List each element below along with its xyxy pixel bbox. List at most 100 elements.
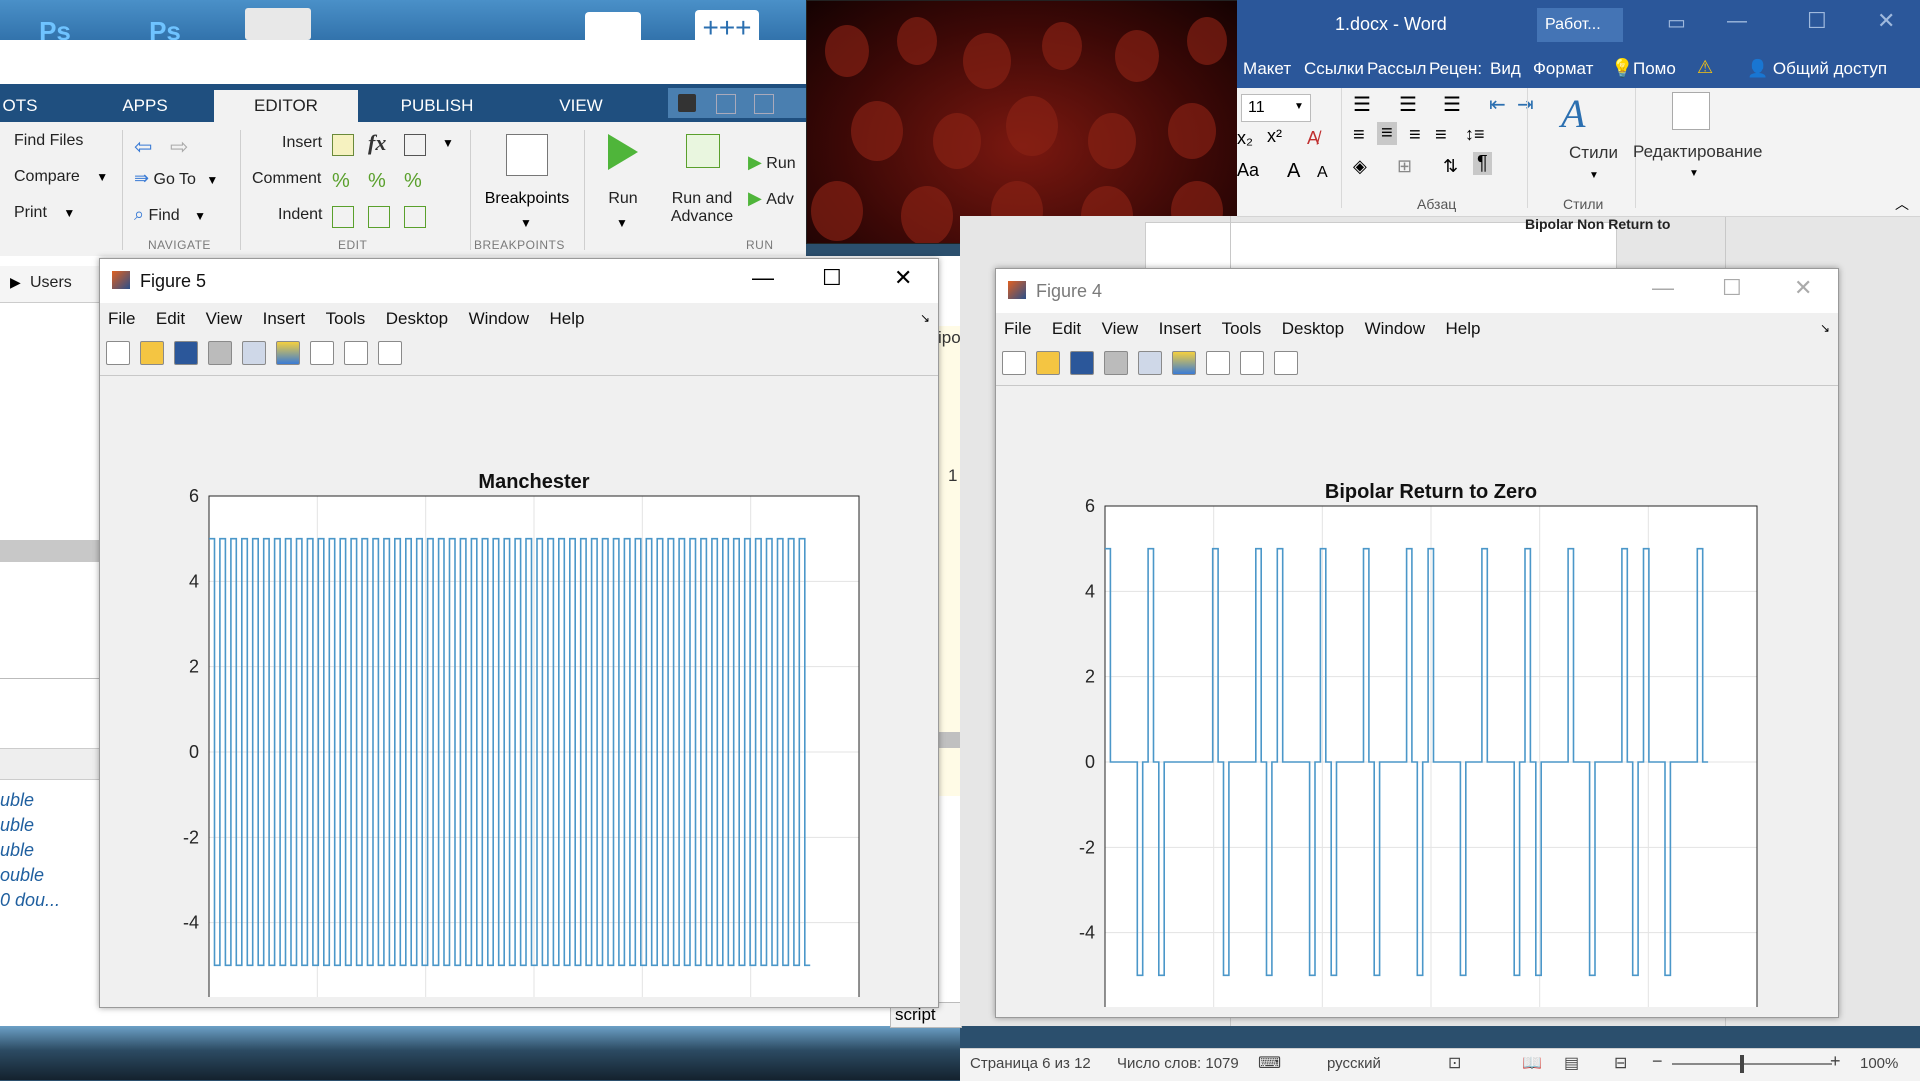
print-layout-icon[interactable]: ▤ bbox=[1564, 1053, 1579, 1073]
property-inspector-icon[interactable] bbox=[378, 341, 402, 365]
indent-button[interactable]: Indent bbox=[278, 206, 322, 224]
justify-icon[interactable]: ≡ bbox=[1435, 124, 1447, 147]
account-area[interactable]: Работ... bbox=[1537, 8, 1623, 42]
menu-format[interactable]: Формат bbox=[1533, 59, 1593, 79]
superscript-icon[interactable]: x² bbox=[1267, 126, 1282, 147]
menu-help[interactable]: Help bbox=[549, 309, 584, 328]
show-marks-icon[interactable]: ¶ bbox=[1473, 152, 1492, 175]
editing-button-label[interactable]: Редактирование bbox=[1633, 142, 1763, 162]
tab-plots[interactable]: OTS bbox=[0, 90, 40, 122]
save-icon[interactable] bbox=[1070, 351, 1094, 375]
minimize-icon[interactable]: — bbox=[1652, 275, 1674, 301]
status-words[interactable]: Число слов: 1079 bbox=[1117, 1055, 1239, 1072]
link-plot-icon[interactable] bbox=[242, 341, 266, 365]
shading-icon[interactable]: ◈ bbox=[1353, 156, 1367, 177]
sort-icon[interactable]: ⇅ bbox=[1443, 156, 1458, 177]
link-plot-icon[interactable] bbox=[1138, 351, 1162, 375]
find-button[interactable]: ⌕ Find ▼ bbox=[134, 204, 206, 225]
web-layout-icon[interactable]: ⊟ bbox=[1614, 1053, 1627, 1073]
menu-review[interactable]: Рецен: bbox=[1429, 59, 1482, 79]
menu-view[interactable]: View bbox=[206, 309, 243, 328]
menu-edit[interactable]: Edit bbox=[1052, 319, 1081, 338]
run-button[interactable]: Run ▼ bbox=[592, 130, 654, 250]
bullets-icon[interactable]: ☰ bbox=[1353, 92, 1371, 117]
increase-indent-icon[interactable] bbox=[368, 206, 390, 228]
decrease-indent-icon[interactable] bbox=[404, 206, 426, 228]
subscript-icon[interactable]: x₂ bbox=[1237, 128, 1253, 149]
menu-file[interactable]: File bbox=[108, 309, 135, 328]
fx-icon[interactable]: fx bbox=[368, 130, 386, 156]
increase-indent-icon[interactable]: ⇥ bbox=[1517, 92, 1534, 117]
save-icon[interactable] bbox=[174, 341, 198, 365]
maximize-icon[interactable]: ☐ bbox=[1722, 275, 1742, 301]
pointer-icon[interactable] bbox=[1240, 351, 1264, 375]
find-files-button[interactable]: Find Files bbox=[0, 132, 83, 150]
focus-icon[interactable]: ⊡ bbox=[1448, 1053, 1461, 1073]
close-icon[interactable]: ✕ bbox=[1794, 275, 1812, 301]
legend-icon[interactable] bbox=[1206, 351, 1230, 375]
status-page[interactable]: Страница 6 из 12 bbox=[970, 1055, 1091, 1072]
wrap-comment-icon[interactable]: % bbox=[404, 170, 422, 193]
cut-icon[interactable] bbox=[716, 94, 736, 114]
decrease-indent-icon[interactable]: ⇤ bbox=[1489, 92, 1506, 117]
warning-icon[interactable]: ⚠ bbox=[1697, 57, 1713, 78]
open-folder-icon[interactable] bbox=[1036, 351, 1060, 375]
scrollbar[interactable] bbox=[938, 732, 960, 748]
colorbar-icon[interactable] bbox=[276, 341, 300, 365]
align-left-icon[interactable]: ≡ bbox=[1353, 124, 1365, 147]
proofing-icon[interactable]: ⌨ bbox=[1258, 1053, 1281, 1073]
font-size-box[interactable]: 11 ▼ bbox=[1241, 94, 1311, 122]
help-search[interactable]: Помо bbox=[1633, 59, 1676, 79]
search-icon[interactable] bbox=[1672, 92, 1710, 130]
menu-file[interactable]: File bbox=[1004, 319, 1031, 338]
selected-row[interactable] bbox=[0, 540, 100, 562]
zoom-level[interactable]: 100% bbox=[1860, 1055, 1898, 1072]
menu-insert[interactable]: Insert bbox=[263, 309, 306, 328]
clear-format-icon[interactable]: A̸ bbox=[1307, 128, 1319, 149]
menu-tools[interactable]: Tools bbox=[1222, 319, 1262, 338]
legend-icon[interactable] bbox=[310, 341, 334, 365]
menu-insert[interactable]: Insert bbox=[1159, 319, 1202, 338]
dock-icon[interactable]: ↘ bbox=[920, 311, 930, 325]
save-icon[interactable] bbox=[678, 94, 696, 112]
grow-font-icon[interactable]: A bbox=[1287, 160, 1300, 183]
run-and-advance-button[interactable]: Run and Advance bbox=[662, 130, 742, 250]
breakpoints-button[interactable]: Breakpoints ▼ bbox=[482, 130, 572, 250]
menu-view[interactable]: View bbox=[1102, 319, 1139, 338]
menu-mailings[interactable]: Рассыл bbox=[1367, 59, 1426, 79]
share-button[interactable]: 👤 Общий доступ bbox=[1747, 59, 1887, 79]
open-folder-icon[interactable] bbox=[140, 341, 164, 365]
menu-window[interactable]: Window bbox=[469, 309, 529, 328]
menu-layout[interactable]: Макет bbox=[1243, 59, 1291, 79]
line-spacing-icon[interactable]: ↕≡ bbox=[1465, 124, 1485, 145]
collapse-ribbon-icon[interactable]: ︿ bbox=[1895, 194, 1909, 214]
styles-icon[interactable]: A bbox=[1561, 90, 1585, 137]
go-to-button[interactable]: ⇛ Go To ▼ bbox=[134, 168, 218, 189]
zoom-slider[interactable] bbox=[1672, 1063, 1832, 1065]
insert-section-icon[interactable] bbox=[332, 134, 354, 156]
read-mode-icon[interactable]: 📖 bbox=[1522, 1053, 1542, 1073]
copy-icon[interactable] bbox=[754, 94, 774, 114]
menu-desktop[interactable]: Desktop bbox=[386, 309, 448, 328]
menu-window[interactable]: Window bbox=[1365, 319, 1425, 338]
maximize-icon[interactable]: ☐ bbox=[822, 265, 842, 291]
back-arrow-icon[interactable]: ⇦ bbox=[134, 134, 152, 160]
minimize-icon[interactable]: — bbox=[1727, 10, 1747, 33]
maximize-icon[interactable]: ☐ bbox=[1807, 8, 1827, 34]
run-section-button[interactable]: ▶ Run bbox=[748, 152, 796, 173]
zoom-in-icon[interactable]: + bbox=[1830, 1051, 1841, 1072]
align-center-icon[interactable]: ≡ bbox=[1377, 122, 1397, 145]
address-bar[interactable]: ▶ Users bbox=[0, 266, 100, 303]
print-button[interactable]: Print ▼ bbox=[0, 204, 75, 222]
shrink-font-icon[interactable]: A bbox=[1317, 164, 1328, 182]
insert-button[interactable]: Insert bbox=[282, 134, 322, 152]
zoom-out-icon[interactable]: − bbox=[1652, 1051, 1663, 1072]
colorbar-icon[interactable] bbox=[1172, 351, 1196, 375]
multilevel-icon[interactable]: ☰ bbox=[1443, 92, 1461, 117]
new-figure-icon[interactable] bbox=[1002, 351, 1026, 375]
image-thumbnail-icon[interactable] bbox=[245, 8, 311, 40]
styles-button-label[interactable]: Стили bbox=[1569, 143, 1618, 163]
zoom-slider-thumb[interactable] bbox=[1740, 1055, 1744, 1073]
numbering-icon[interactable]: ☰ bbox=[1399, 92, 1417, 117]
new-figure-icon[interactable] bbox=[106, 341, 130, 365]
